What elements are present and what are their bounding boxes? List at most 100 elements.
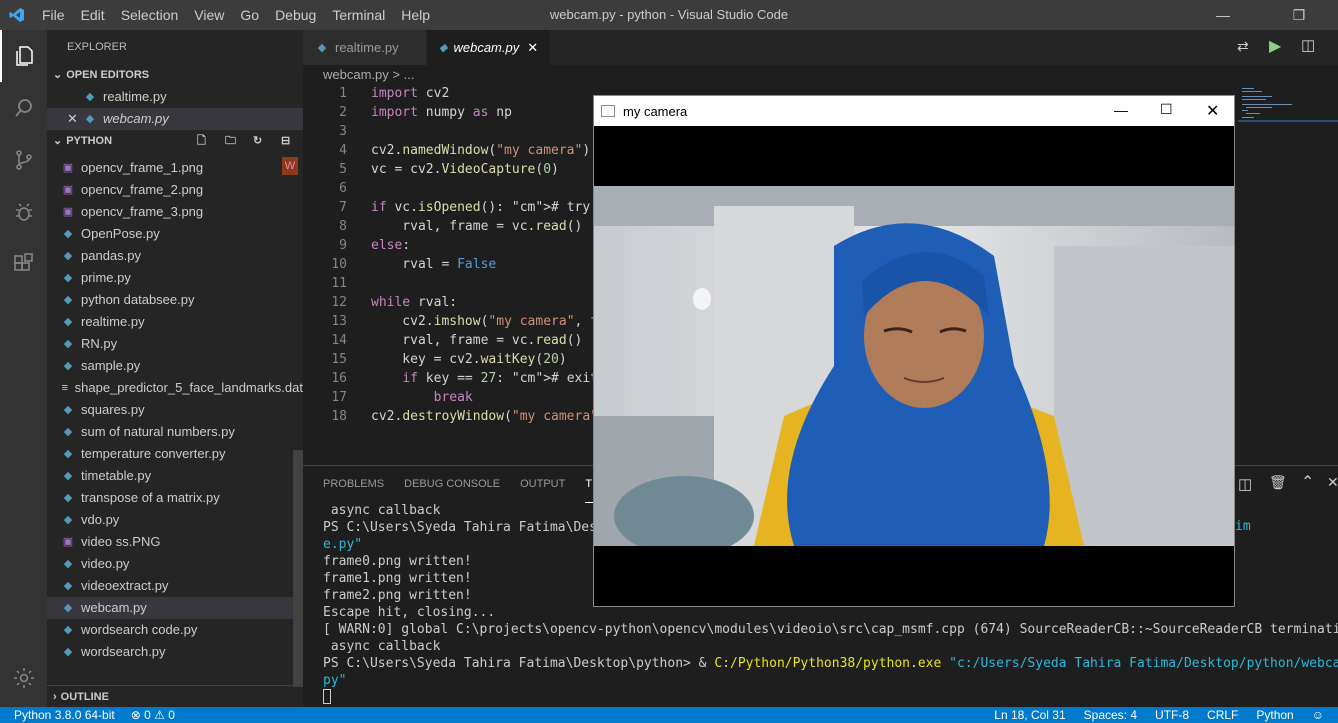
file-tree-item[interactable]: ▣ opencv_frame_1.png	[47, 157, 303, 179]
minimize-icon[interactable]: —	[1114, 102, 1128, 118]
file-tree-item[interactable]: ◆ pandas.py	[47, 245, 303, 267]
code-line[interactable]: import cv2	[371, 86, 449, 101]
python-file-icon: ◆	[63, 250, 73, 262]
file-tree-item[interactable]: ◆ sum of natural numbers.py	[47, 421, 303, 443]
python-file-icon: ◆	[317, 42, 327, 54]
minimap[interactable]	[1238, 86, 1338, 126]
sidebar-scrollbar[interactable]	[293, 450, 303, 687]
file-tree-item[interactable]: ◆ video.py	[47, 553, 303, 575]
compare-icon[interactable]: ⇄	[1237, 38, 1249, 55]
file-tree-item[interactable]: ◆ RN.py	[47, 333, 303, 355]
close-icon[interactable]: ✕	[1206, 101, 1219, 121]
search-icon[interactable]	[0, 82, 47, 134]
file-tree-item[interactable]: ◆ squares.py	[47, 399, 303, 421]
menu-item-edit[interactable]: Edit	[73, 0, 113, 30]
menu-item-view[interactable]: View	[186, 0, 232, 30]
python-file-icon: ◆	[63, 470, 73, 482]
maximize-icon[interactable]: ☐	[1160, 101, 1173, 118]
code-line[interactable]: vc = cv2.VideoCapture(0)	[371, 162, 559, 177]
close-icon[interactable]: ✕	[527, 40, 538, 56]
python-exe-path: C:/Python/Python38/python.exe	[714, 656, 942, 671]
code-line[interactable]: break	[371, 390, 473, 405]
file-tree-item[interactable]: ◆ videoextract.py	[47, 575, 303, 597]
eol-status[interactable]: CRLF	[1207, 707, 1238, 723]
python-file-icon: ◆	[63, 646, 73, 658]
open-editors-header[interactable]: ⌄ OPEN EDITORS	[47, 64, 303, 86]
menu-item-terminal[interactable]: Terminal	[324, 0, 393, 30]
menu-item-selection[interactable]: Selection	[113, 0, 187, 30]
split-editor-icon[interactable]: ◫	[1301, 36, 1315, 54]
language-status[interactable]: Python	[1256, 707, 1293, 723]
python-file-icon: ◆	[63, 558, 73, 570]
code-line[interactable]: import numpy as np	[371, 105, 512, 120]
file-tree-item[interactable]: ◆ webcam.py	[47, 597, 303, 619]
code-line[interactable]: rval, frame = vc.read()	[371, 219, 582, 234]
file-tree-item[interactable]: ◆ OpenPose.py	[47, 223, 303, 245]
trash-icon[interactable]: 🗑	[1269, 474, 1287, 491]
panel-tab[interactable]: PROBLEMS	[323, 466, 384, 502]
code-line[interactable]: key = cv2.waitKey(20)	[371, 352, 566, 367]
file-tree-item[interactable]: ◆ temperature converter.py	[47, 443, 303, 465]
file-tree-item[interactable]: ◆ sample.py	[47, 355, 303, 377]
extensions-icon[interactable]	[0, 238, 47, 290]
file-tree-item[interactable]: ◆ transpose of a matrix.py	[47, 487, 303, 509]
encoding-status[interactable]: UTF-8	[1155, 707, 1189, 723]
file-tree-item[interactable]: ◆ wordsearch code.py	[47, 619, 303, 641]
file-tree-item[interactable]: ◆ timetable.py	[47, 465, 303, 487]
file-name: vdo.py	[81, 512, 120, 527]
run-icon[interactable]: ▶	[1269, 36, 1281, 56]
code-line[interactable]: cv2.imshow("my camera", f	[371, 314, 598, 329]
debug-icon[interactable]	[0, 186, 47, 238]
tab-realtime[interactable]: ◆ realtime.py	[303, 30, 427, 65]
open-editor-item[interactable]: ◆ realtime.py	[47, 86, 303, 108]
file-tree-item[interactable]: ◆ vdo.py	[47, 509, 303, 531]
close-panel-icon[interactable]: ✕	[1327, 474, 1338, 491]
file-tree-item[interactable]: ≡ shape_predictor_5_face_landmarks.dat	[47, 377, 303, 399]
code-line[interactable]: while rval:	[371, 295, 457, 310]
split-terminal-icon[interactable]: ◫	[1238, 475, 1252, 493]
camera-window[interactable]: my camera — ☐ ✕	[593, 95, 1235, 607]
files-icon[interactable]	[0, 30, 47, 82]
close-icon[interactable]: ✕	[67, 108, 83, 130]
file-tree-item[interactable]: ◆ prime.py	[47, 267, 303, 289]
file-tree-item[interactable]: ▣ opencv_frame_2.png	[47, 179, 303, 201]
code-line[interactable]: rval = False	[371, 257, 496, 272]
python-interpreter-status[interactable]: Python 3.8.0 64-bit	[14, 707, 115, 723]
code-line[interactable]: cv2.destroyWindow("my camera"	[371, 409, 598, 424]
panel-tab[interactable]: OUTPUT	[520, 466, 565, 502]
script-path: "c:/Users/Syeda Tahira Fatima/Desktop/py…	[941, 656, 1338, 671]
menu-item-file[interactable]: File	[34, 0, 73, 30]
code-line[interactable]: else:	[371, 238, 410, 253]
open-editor-item-active[interactable]: ✕ ◆ webcam.py	[47, 108, 303, 130]
menu-item-help[interactable]: Help	[393, 0, 438, 30]
file-tree-item[interactable]: ▣ video ss.PNG	[47, 531, 303, 553]
image-file-icon: ▣	[62, 162, 74, 174]
refresh-icon[interactable]: ↻	[253, 130, 262, 152]
chevron-up-icon[interactable]: ⌃	[1301, 472, 1314, 492]
file-tree-item[interactable]: ◆ wordsearch.py	[47, 641, 303, 663]
indentation-status[interactable]: Spaces: 4	[1084, 707, 1137, 723]
cursor-position-status[interactable]: Ln 18, Col 31	[994, 707, 1065, 723]
camera-window-titlebar[interactable]: my camera — ☐ ✕	[594, 96, 1234, 126]
code-line[interactable]: cv2.namedWindow("my camera")	[371, 143, 590, 158]
minimize-icon[interactable]: —	[1200, 0, 1246, 30]
restore-icon[interactable]: ❐	[1276, 0, 1322, 30]
menu-item-go[interactable]: Go	[232, 0, 267, 30]
smiley-icon[interactable]: ☺	[1312, 707, 1324, 723]
menu-item-debug[interactable]: Debug	[267, 0, 324, 30]
breadcrumb[interactable]: webcam.py > ...	[303, 65, 414, 87]
problems-status[interactable]: ⊗ 0 ⚠ 0	[131, 707, 175, 723]
collapse-all-icon[interactable]: ⊟	[281, 130, 290, 152]
panel-tab[interactable]: DEBUG CONSOLE	[404, 466, 500, 502]
new-folder-icon[interactable]: 🗀	[225, 130, 236, 152]
file-tree-item[interactable]: ◆ realtime.py	[47, 311, 303, 333]
file-tree-item[interactable]: ◆ python databsee.py	[47, 289, 303, 311]
outline-header[interactable]: › OUTLINE	[47, 685, 303, 707]
source-control-icon[interactable]	[0, 134, 47, 186]
file-tree-item[interactable]: ▣ opencv_frame_3.png	[47, 201, 303, 223]
new-file-icon[interactable]: 🗋	[197, 130, 206, 152]
python-folder-header[interactable]: ⌄ PYTHON 🗋 🗀 ↻ ⊟	[47, 130, 303, 152]
settings-icon[interactable]	[0, 652, 47, 704]
tab-webcam[interactable]: ◆ webcam.py ✕	[427, 30, 551, 65]
code-line[interactable]: rval, frame = vc.read()	[371, 333, 582, 348]
